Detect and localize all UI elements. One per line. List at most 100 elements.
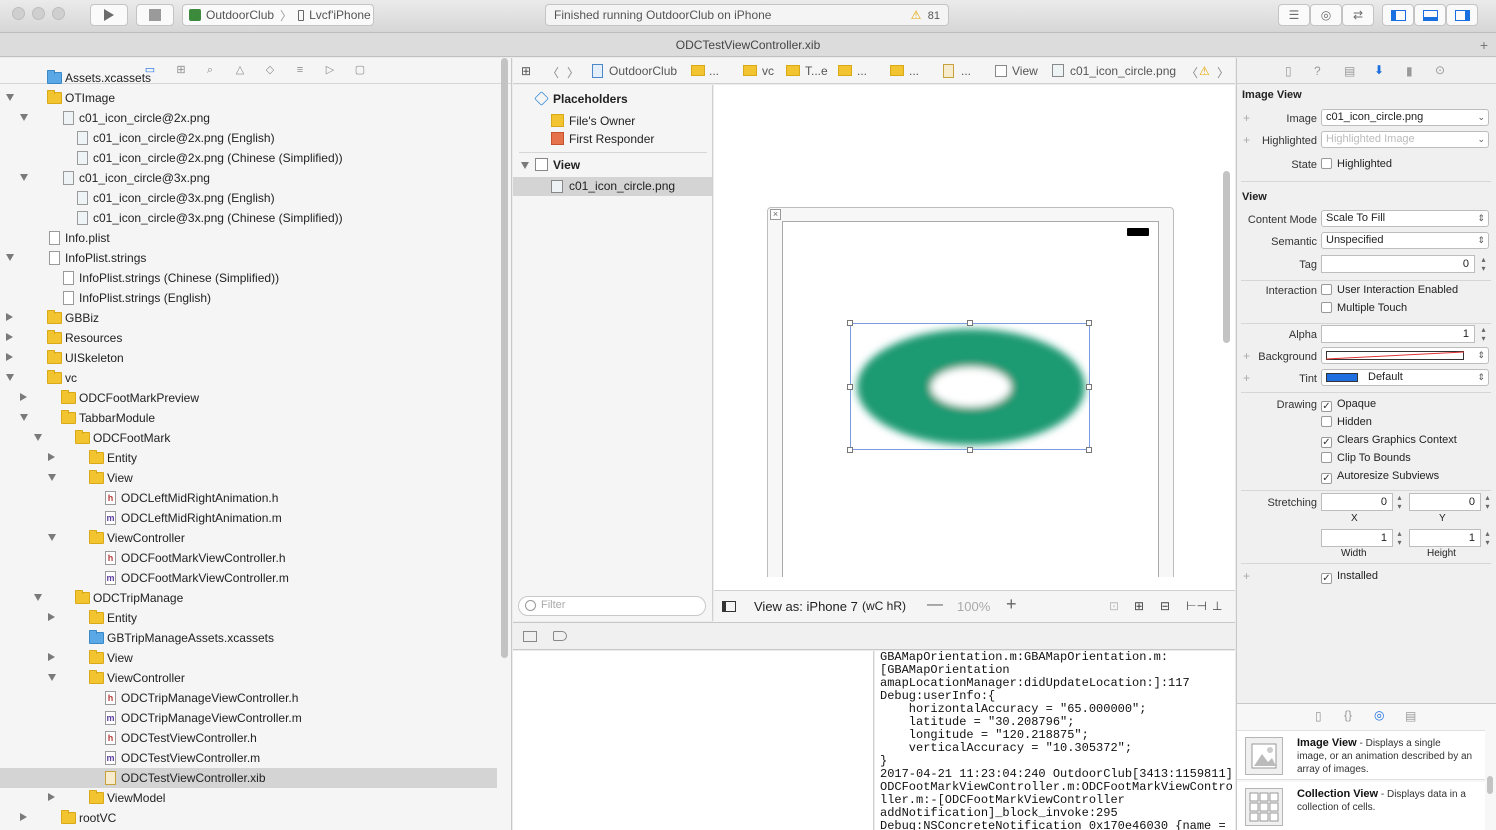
scheme-selector[interactable]: OutdoorClub 〉 Lvcf'iPhone — [182, 4, 374, 26]
view-as-label[interactable]: View as: iPhone 7 — [754, 599, 858, 614]
help-icon[interactable]: ? — [1314, 64, 1321, 78]
close-scene-icon[interactable]: × — [770, 209, 781, 220]
toggle-navigator-button[interactable] — [1382, 4, 1414, 26]
user-interaction-checkbox[interactable]: User Interaction Enabled — [1321, 284, 1458, 296]
sidebar-item-viewcontroller[interactable]: ViewController — [0, 528, 497, 548]
stack-icon[interactable]: ⊞ — [1134, 599, 1144, 613]
grid-icon[interactable]: ⊞ — [521, 64, 531, 78]
tint-color-select[interactable]: Default ⇕ — [1321, 369, 1489, 386]
object-library-icon[interactable]: ◎ — [1374, 708, 1384, 722]
content-mode-select[interactable]: Scale To Fill ⇕ — [1321, 210, 1489, 227]
stretch-y-field[interactable]: 0 — [1409, 493, 1481, 511]
sidebar-item-viewmodel[interactable]: ViewModel — [0, 788, 497, 808]
disclosure-triangle-icon[interactable] — [6, 333, 13, 341]
sidebar-item-uiskeleton[interactable]: UISkeleton — [0, 348, 497, 368]
clip-bounds-checkbox[interactable]: Clip To Bounds — [1321, 452, 1411, 464]
sidebar-item-odctripmanageviewcontroller-m[interactable]: m ODCTripManageViewController.m — [0, 708, 497, 728]
sidebar-item-odcfootmarkviewcontroller-m[interactable]: m ODCFootMarkViewController.m — [0, 568, 497, 588]
disclosure-triangle-icon[interactable] — [48, 453, 55, 461]
filter-field[interactable]: Filter — [518, 596, 706, 616]
library-item-image-view[interactable]: Image View - Displays a single image, or… — [1237, 730, 1485, 780]
resize-handle[interactable] — [1086, 320, 1092, 326]
assistant-editor-button[interactable]: ◎ — [1310, 4, 1342, 26]
image-combobox[interactable]: c01_icon_circle.png ⌄ — [1321, 109, 1489, 126]
first-responder-item[interactable]: First Responder — [569, 132, 654, 146]
navigator-scrollbar[interactable] — [501, 58, 508, 658]
resize-handle[interactable] — [1086, 384, 1092, 390]
hide-outline-icon[interactable] — [722, 601, 736, 612]
sidebar-item-gbtripmanageassets-xcassets[interactable]: GBTripManageAssets.xcassets — [0, 628, 497, 648]
toggle-utilities-button[interactable] — [1446, 4, 1478, 26]
breadcrumb-1[interactable]: ... — [709, 64, 719, 78]
disclosure-triangle-icon[interactable] — [6, 374, 14, 381]
connections-icon[interactable]: ⊙ — [1435, 63, 1445, 77]
close-window-button[interactable] — [12, 7, 25, 20]
sidebar-item-vc[interactable]: vc — [0, 368, 497, 388]
zoom-window-button[interactable] — [52, 7, 65, 20]
stretch-width-field[interactable]: 1 — [1321, 529, 1393, 547]
sidebar-item-odctestviewcontroller-h[interactable]: h ODCTestViewController.h — [0, 728, 497, 748]
align-icon[interactable]: ⊟ — [1160, 599, 1170, 613]
sidebar-item-infoplist-strings-english[interactable]: InfoPlist.strings (English) — [0, 288, 497, 308]
library-scrollbar[interactable] — [1487, 776, 1493, 794]
sidebar-item-view[interactable]: View — [0, 648, 497, 668]
sidebar-item-tabbarmodule[interactable]: TabbarModule — [0, 408, 497, 428]
breadcrumb-5[interactable]: ... — [909, 64, 919, 78]
pin-icon[interactable]: ⊢⊣ — [1186, 599, 1207, 613]
disclosure-triangle-icon[interactable] — [48, 653, 55, 661]
breakpoint-toggle-icon[interactable] — [553, 631, 567, 641]
sidebar-item-view[interactable]: View — [0, 468, 497, 488]
hide-debug-icon[interactable] — [523, 631, 537, 642]
resize-handle[interactable] — [847, 384, 853, 390]
sidebar-item-entity[interactable]: Entity — [0, 448, 497, 468]
breadcrumb-2[interactable]: vc — [762, 64, 774, 78]
breadcrumb-4[interactable]: ... — [857, 64, 867, 78]
breadcrumb-0[interactable]: OutdoorClub — [609, 64, 677, 78]
disclosure-triangle-icon[interactable] — [48, 793, 55, 801]
resize-handle[interactable] — [967, 320, 973, 326]
resize-handle[interactable] — [967, 447, 973, 453]
version-editor-button[interactable]: ⇄ — [1342, 4, 1374, 26]
sidebar-item-otimage[interactable]: OTImage — [0, 88, 497, 108]
breadcrumb-3[interactable]: T...e — [805, 64, 828, 78]
disclosure-triangle-icon[interactable] — [20, 414, 28, 421]
sidebar-item-odcfootmarkviewcontroller-h[interactable]: h ODCFootMarkViewController.h — [0, 548, 497, 568]
breadcrumb-7[interactable]: View — [1012, 64, 1038, 78]
sidebar-item-c01-icon-circle-2x-png[interactable]: c01_icon_circle@2x.png — [0, 108, 497, 128]
interface-builder-canvas[interactable]: × — [714, 85, 1235, 577]
tag-field[interactable]: 0 — [1321, 255, 1475, 273]
editor-tab[interactable]: ODCTestViewController.xib + — [0, 33, 1496, 57]
clears-graphics-checkbox[interactable]: ✓ Clears Graphics Context — [1321, 434, 1457, 448]
zoom-in-icon[interactable]: + — [1006, 594, 1017, 615]
alpha-stepper[interactable]: ▴ ▾ — [1479, 325, 1488, 343]
sidebar-item-odctripmanage[interactable]: ODCTripManage — [0, 588, 497, 608]
library-item-collection-view[interactable]: Collection View - Displays data in a col… — [1237, 782, 1485, 830]
disclosure-triangle-icon[interactable] — [20, 174, 28, 181]
placeholders-label[interactable]: Placeholders — [553, 92, 628, 106]
sidebar-item-viewcontroller[interactable]: ViewController — [0, 668, 497, 688]
state-highlighted-checkbox[interactable]: Highlighted — [1321, 158, 1392, 170]
add-variation-icon[interactable]: + — [1243, 569, 1250, 583]
stop-button[interactable] — [136, 4, 174, 26]
sidebar-item-odcfootmark[interactable]: ODCFootMark — [0, 428, 497, 448]
breadcrumb-6[interactable]: ... — [961, 64, 971, 78]
disclosure-triangle-icon[interactable] — [20, 813, 27, 821]
sidebar-item-c01-icon-circle-2x-png-chinese-simplified[interactable]: c01_icon_circle@2x.png (Chinese (Simplif… — [0, 148, 497, 168]
background-color-select[interactable]: ⇕ — [1321, 347, 1489, 364]
sidebar-item-odctestviewcontroller-xib[interactable]: ODCTestViewController.xib — [0, 768, 497, 788]
sidebar-item-odctripmanageviewcontroller-h[interactable]: h ODCTripManageViewController.h — [0, 688, 497, 708]
sidebar-item-c01-icon-circle-3x-png[interactable]: c01_icon_circle@3x.png — [0, 168, 497, 188]
variables-view[interactable] — [513, 651, 874, 830]
size-class-label[interactable]: (wC hR) — [862, 599, 906, 613]
console-output[interactable]: GBAMapOrientation.m:GBAMapOrientation.m:… — [875, 651, 1235, 830]
disclosure-triangle-icon[interactable] — [48, 674, 56, 681]
media-library-icon[interactable]: ▤ — [1405, 709, 1416, 723]
sidebar-item-rootvc[interactable]: rootVC — [0, 808, 497, 828]
code-snippet-icon[interactable]: {} — [1344, 708, 1352, 722]
sidebar-item-resources[interactable]: Resources — [0, 328, 497, 348]
installed-checkbox[interactable]: ✓ Installed — [1321, 570, 1378, 584]
sidebar-item-info-plist[interactable]: Info.plist — [0, 228, 497, 248]
back-arrow-icon[interactable]: 〈 — [547, 64, 559, 81]
warning-icon[interactable]: ⚠ — [911, 8, 922, 22]
sidebar-item-odcleftmidrightanimation-h[interactable]: h ODCLeftMidRightAnimation.h — [0, 488, 497, 508]
